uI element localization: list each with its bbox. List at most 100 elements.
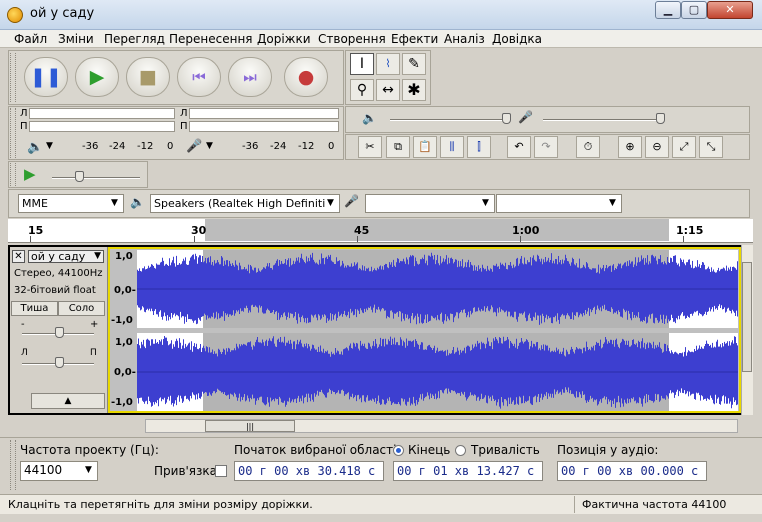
zoom-out-icon[interactable]: ⊖ [645,136,669,158]
silence-icon[interactable]: ⫿ [467,136,491,158]
record-meter-left[interactable] [189,108,339,119]
redo-icon[interactable]: ↷ [534,136,558,158]
solo-button[interactable]: Соло [58,301,105,316]
snap-to-checkbox[interactable] [215,465,227,477]
playback-volume-slider[interactable] [390,119,510,121]
cut-icon[interactable]: ✂ [358,136,382,158]
menu-tracks[interactable]: Доріжки [257,32,311,46]
play-speed-thumb[interactable] [75,171,84,182]
copy-icon[interactable]: ⧉ [386,136,410,158]
audio-position-time[interactable]: 00 г 00 хв 00.000 с [557,461,707,481]
menu-transport[interactable]: Перенесення [169,32,253,46]
meter-tick: 0 [328,141,335,152]
selection-start-time[interactable]: 00 г 00 хв 30.418 с [234,461,384,481]
selection-end-value: 00 г 01 хв 13.427 с [397,464,535,478]
record-meter-right[interactable] [189,121,339,132]
menu-edit[interactable]: Зміни [58,32,94,46]
speaker-icon[interactable]: 🔈 [27,140,43,155]
chevron-down-icon: ▼ [111,198,118,208]
selection-tool-icon[interactable]: I [350,53,374,75]
pause-button[interactable]: ❚❚ [24,57,68,97]
collapse-track-button[interactable]: ▲ [31,393,105,409]
zoom-tool-icon[interactable]: ⚲ [350,79,374,101]
title-bar [0,0,762,30]
track-name: ой у саду [31,250,86,263]
horizontal-scroll-thumb[interactable]: ||| [205,420,295,432]
close-button[interactable]: ✕ [707,1,753,19]
play-at-speed-icon[interactable]: ▶ [24,165,36,183]
toolbar-grip[interactable] [10,53,16,102]
pan-left-label: Л [21,348,28,358]
playback-meter-right[interactable] [29,121,175,132]
maximize-button[interactable]: ▢ [681,1,707,19]
toolbar-grip[interactable] [10,108,16,158]
draw-tool-icon[interactable]: ✎ [402,53,426,75]
input-channels-select[interactable]: ▼ [496,194,622,213]
multi-tool-icon[interactable]: ✱ [402,79,426,101]
end-radio[interactable] [393,445,404,456]
status-bar: Клацніть та перетягніть для зміни розмір… [0,494,762,514]
trim-icon[interactable]: ⫼ [440,136,464,158]
pan-slider-thumb[interactable] [55,357,64,368]
playback-meter-left[interactable] [29,108,175,119]
meter-tick: -24 [270,141,287,152]
audio-host-value: MME [22,197,48,210]
microphone-icon[interactable]: 🎤 [186,139,202,154]
ruler-label: 1:15 [676,224,704,237]
audio-position-label: Позиція у аудіо: [557,443,659,457]
audio-host-select[interactable]: MME ▼ [18,194,124,213]
menu-view[interactable]: Перегляд [104,32,165,46]
vertical-scroll-thumb[interactable] [742,262,752,372]
envelope-tool-icon[interactable]: ⌇ [376,53,400,75]
mute-label: Тиша [20,303,49,314]
output-device-select[interactable]: Speakers (Realtek High Definiti ▼ [150,194,340,213]
selection-end-time[interactable]: 00 г 01 хв 13.427 с [393,461,543,481]
fit-project-icon[interactable]: ⤡ [699,136,723,158]
length-radio[interactable] [455,445,466,456]
record-volume-slider[interactable] [543,119,663,121]
playback-volume-thumb[interactable] [502,113,511,124]
snap-to-label: Прив'язка [154,464,218,478]
play-speed-slider[interactable] [52,177,140,179]
ruler-tick [357,236,358,242]
close-track-icon[interactable]: ✕ [12,250,25,263]
record-volume-thumb[interactable] [656,113,665,124]
scale-label: 1,0 [115,251,133,262]
status-hint: Клацніть та перетягніть для зміни розмір… [8,498,313,511]
zoom-in-icon[interactable]: ⊕ [618,136,642,158]
minimize-button[interactable]: ▁ [655,1,681,19]
stop-button[interactable]: ■ [126,57,170,97]
paste-icon[interactable]: 📋 [413,136,437,158]
meter-menu-dropdown[interactable]: ▼ [46,141,53,151]
track-name-menu[interactable]: ой у саду ▼ [28,250,104,263]
menu-effects[interactable]: Ефекти [391,32,438,46]
play-button[interactable]: ▶ [75,57,119,97]
input-device-select[interactable]: ▼ [365,194,495,213]
skip-end-icon: ⏭ [243,68,257,86]
scale-label: -1,0 [111,397,133,408]
ruler-selection [205,219,669,241]
record-button[interactable]: ● [284,57,328,97]
project-rate-select[interactable]: 44100 ▼ [20,461,98,481]
menu-generate[interactable]: Створення [318,32,386,46]
fit-selection-icon[interactable]: ⤢ [672,136,696,158]
menu-analyze[interactable]: Аналіз [444,32,485,46]
meter-tick: -24 [109,141,126,152]
skip-start-icon: ⏮ [192,68,206,86]
meter-tick: -36 [82,141,99,152]
waveform-graphic [137,252,738,409]
mute-button[interactable]: Тиша [11,301,58,316]
sync-lock-icon[interactable]: ⏱ [576,136,600,158]
gain-slider-thumb[interactable] [55,327,64,338]
toolbar-grip[interactable] [10,440,16,490]
record-meter-dropdown[interactable]: ▼ [206,141,213,151]
pause-icon: ❚❚ [30,66,62,88]
undo-icon[interactable]: ↶ [507,136,531,158]
menu-help[interactable]: Довідка [492,32,542,46]
meter-left-label: Л [20,108,28,119]
toolbar-grip[interactable] [10,163,16,186]
skip-to-start-button[interactable]: ⏮ [177,57,221,97]
timeshift-tool-icon[interactable]: ↔ [376,79,400,101]
menu-file[interactable]: Файл [14,32,47,46]
skip-to-end-button[interactable]: ⏭ [228,57,272,97]
